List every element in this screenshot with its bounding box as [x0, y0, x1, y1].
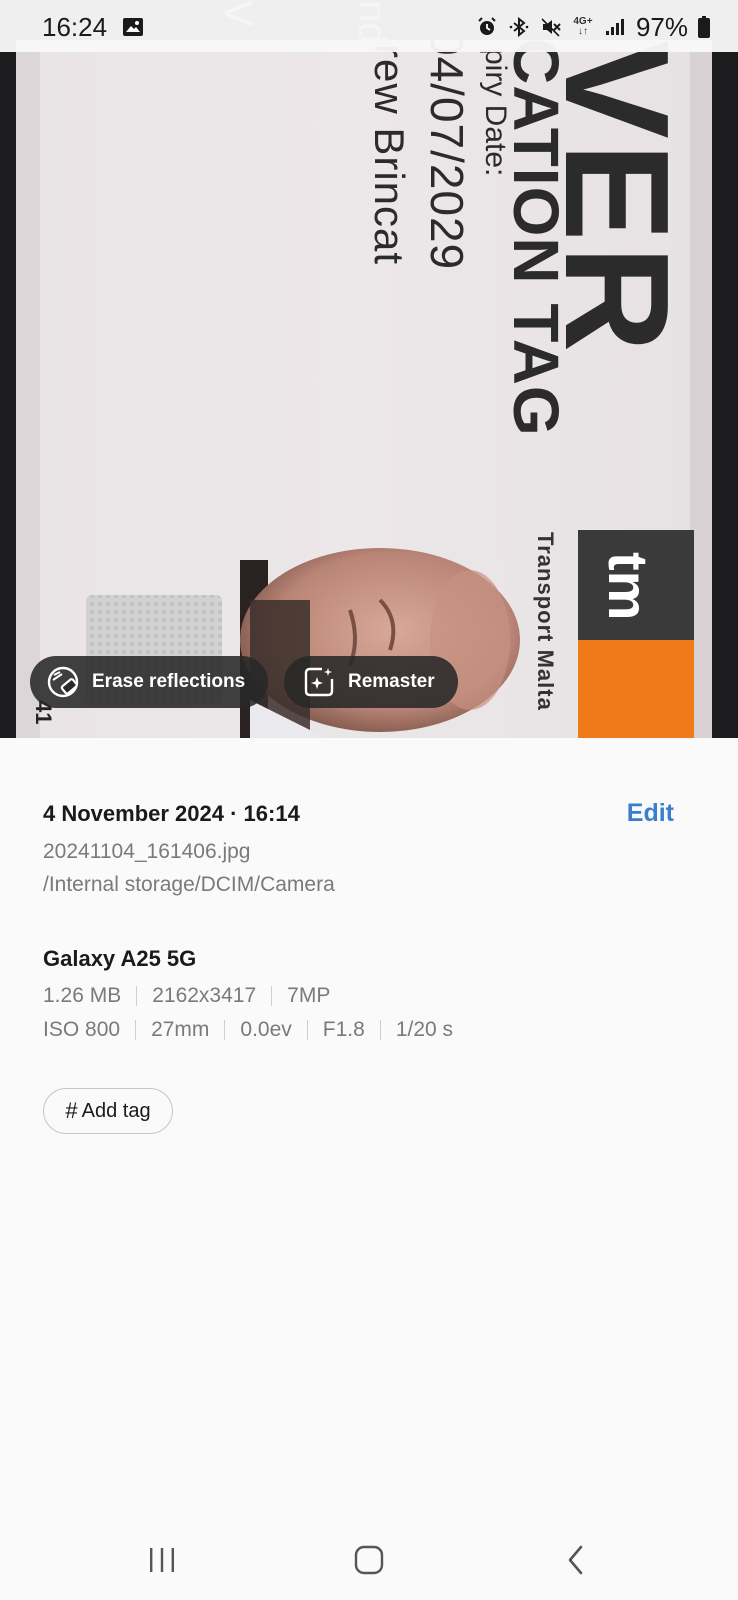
add-tag-label: Add tag [81, 1099, 151, 1122]
recents-icon [150, 1548, 174, 1572]
card-expiry-date: 04/07/2029 [421, 30, 473, 271]
status-bar: 16:24 4G+ ↓↑ 97% [0, 0, 738, 52]
system-nav-bar [0, 1520, 738, 1600]
divider [271, 986, 273, 1006]
remaster-button[interactable]: Remaster [284, 656, 458, 708]
capture-date-time: 4 November 2024 · 16:14 [43, 801, 300, 826]
focal-length: 27mm [151, 1018, 210, 1041]
file-path: /Internal storage/DCIM/Camera [43, 873, 335, 896]
divider [306, 1020, 308, 1040]
alarm-icon [478, 17, 496, 35]
divider [379, 1020, 381, 1040]
divider [135, 1020, 137, 1040]
shutter-speed: 1/20 s [395, 1018, 454, 1041]
iso: ISO 800 [43, 1018, 121, 1041]
status-time: 16:24 [42, 12, 108, 42]
home-button[interactable] [339, 1520, 399, 1600]
bluetooth-icon [509, 16, 529, 38]
status-icons: 4G+ ↓↑ 97% [476, 10, 710, 44]
aperture: F1.8 [322, 1018, 365, 1041]
home-icon [354, 1545, 384, 1575]
megapixels: 7MP [287, 984, 331, 1007]
erase-reflections-icon [47, 666, 79, 698]
back-button[interactable] [546, 1520, 606, 1600]
recents-button[interactable] [132, 1520, 192, 1600]
battery-percent: 97% [635, 11, 688, 42]
erase-reflections-button[interactable]: Erase reflections [30, 656, 268, 708]
divider [136, 986, 138, 1006]
remaster-label: Remaster [348, 671, 435, 692]
file-name: 20241104_161406.jpg [43, 840, 251, 863]
file-size: 1.26 MB [43, 984, 122, 1007]
add-tag-button[interactable]: # Add tag [43, 1088, 173, 1134]
brand-name: Transport Malta [533, 532, 558, 711]
gallery-notification-icon [123, 18, 143, 36]
card-title-line2: CATION TAG [500, 38, 572, 437]
erase-reflections-label: Erase reflections [92, 671, 246, 692]
camera-specs-row: ISO 800 27mm 0.0ev F1.8 1/20 s [43, 1018, 453, 1042]
exposure-value: 0.0ev [240, 1018, 292, 1041]
brand-logo: tm [597, 552, 660, 621]
file-specs-row: 1.26 MB 2162x3417 7MP [43, 984, 330, 1008]
resolution: 2162x3417 [152, 984, 257, 1007]
network-4g-icon: 4G+ ↓↑ [573, 16, 593, 37]
signal-icon [605, 19, 624, 35]
card-expiry-label: piry Date: [479, 48, 512, 177]
hash-icon: # [65, 1098, 78, 1123]
battery-icon [698, 16, 710, 38]
remaster-icon [304, 667, 334, 697]
photo-viewer[interactable]: V nd VER CATION TAG piry Date: 04/07/202… [0, 0, 738, 738]
mute-icon [541, 18, 561, 37]
card-holder-name: rew Brincat [366, 44, 413, 266]
back-icon [568, 1545, 583, 1575]
device-name: Galaxy A25 5G [43, 946, 197, 971]
divider [224, 1020, 226, 1040]
edit-button[interactable]: Edit [627, 799, 674, 828]
